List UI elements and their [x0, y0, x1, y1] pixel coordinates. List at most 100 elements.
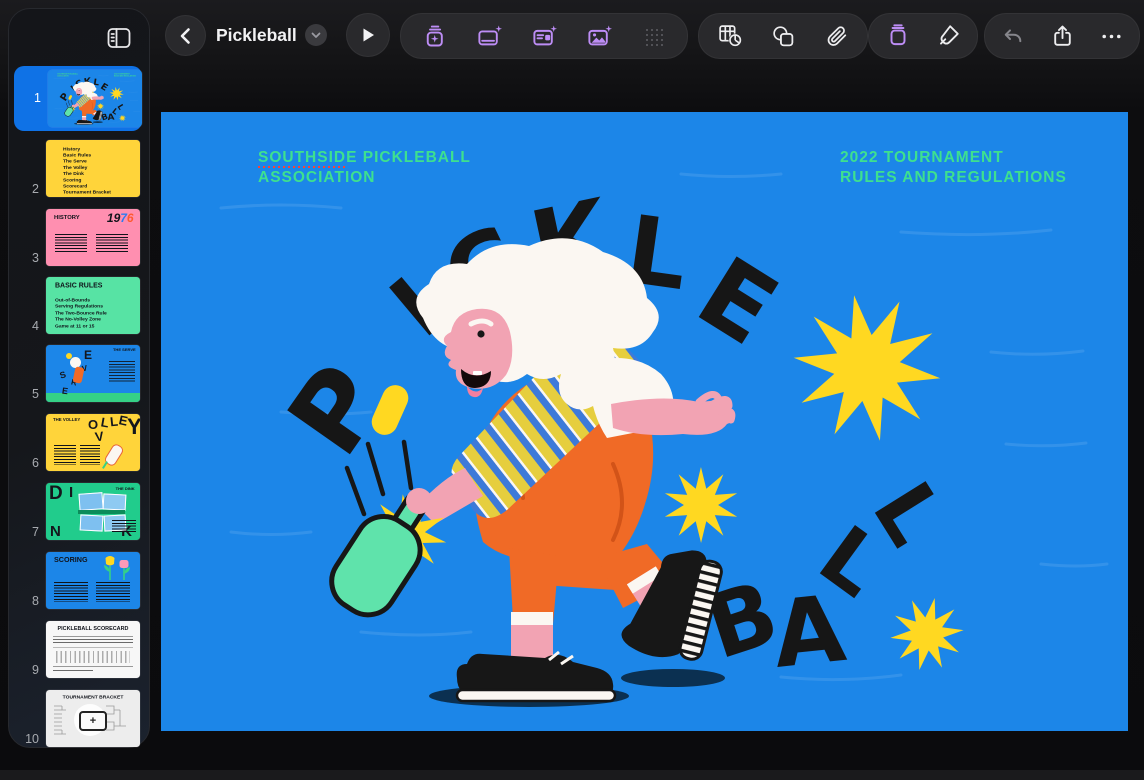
bottom-strip — [0, 770, 1144, 780]
thumbnail-image: PICKLEBALL SCORECARD — [46, 621, 140, 678]
mini-ball — [66, 353, 72, 359]
rule-item: Game at 11 or 15 — [55, 323, 107, 329]
play-icon — [359, 26, 377, 44]
insert-image-button[interactable] — [577, 14, 621, 58]
shapes-button[interactable] — [761, 14, 805, 58]
slide-number: 10 — [9, 733, 46, 748]
scatter-letter: E — [61, 387, 68, 397]
paint-jar-icon — [885, 23, 911, 49]
slide-thumbnail-2[interactable]: 2 History Basic Rules The Serve The Voll… — [9, 140, 142, 197]
thumb-heading: THE DINK — [116, 487, 135, 491]
slide-number: 8 — [9, 595, 46, 610]
object-group — [698, 13, 868, 59]
year-6: 6 — [127, 212, 134, 225]
scatter-letter: Y — [127, 416, 140, 438]
undo-icon — [1000, 24, 1025, 49]
scatter-letter: N — [50, 524, 61, 539]
slide-thumbnail-5[interactable]: 5 THE SERVE S E R V E — [9, 345, 142, 402]
dots-grid-icon — [642, 24, 666, 48]
photo — [103, 493, 127, 510]
body-text-block — [96, 234, 128, 252]
paperclip-icon — [823, 23, 849, 49]
slide-thumbnail-8[interactable]: 8 SCORING — [9, 552, 142, 609]
back-chevron-icon — [176, 26, 196, 46]
chart-table-button[interactable] — [708, 14, 752, 58]
back-button[interactable] — [165, 15, 206, 56]
play-button[interactable] — [346, 13, 390, 57]
rule-item: The No-Volley Zone — [55, 316, 107, 322]
slide-templates-ai-icon — [421, 23, 448, 50]
mini-player-body — [72, 366, 84, 384]
tulip-illustration — [102, 554, 134, 582]
grid-options-button[interactable] — [632, 14, 676, 58]
new-slide-button[interactable] — [467, 14, 511, 58]
photo — [80, 514, 104, 531]
share-icon — [1050, 24, 1075, 49]
rule-item: Serving Regulations — [55, 303, 107, 309]
paint-jar-button[interactable] — [876, 14, 920, 58]
scatter-letter: S — [59, 370, 68, 380]
body-text-block — [80, 445, 100, 465]
attachment-button[interactable] — [814, 14, 858, 58]
slide-number: 4 — [9, 320, 46, 335]
layout-ai-icon — [531, 23, 558, 50]
slide-thumbnail-1[interactable]: 1 — [14, 66, 142, 131]
slide-number: 3 — [9, 252, 46, 267]
thumbnail-image: HISTORY 1976 — [46, 209, 140, 266]
sidebar-toggle-button[interactable] — [101, 21, 137, 55]
slide-number: 7 — [9, 526, 46, 541]
image-ai-icon — [586, 23, 613, 50]
popsicle-stick — [102, 461, 108, 469]
thumbnail-image: THE VOLLEY V O L L E Y — [46, 414, 140, 471]
thumbnail-image: TOURNAMENT BRACKET + — [46, 690, 140, 747]
photo — [78, 492, 103, 511]
format-brush-button[interactable] — [926, 14, 970, 58]
body-text-block — [54, 445, 76, 465]
actions-group — [984, 13, 1140, 59]
chevron-down-icon — [310, 29, 322, 41]
shapes-icon — [770, 23, 797, 50]
undo-button[interactable] — [991, 14, 1035, 58]
slide-number: 2 — [9, 183, 46, 198]
sidebar-toggle-icon — [106, 26, 132, 50]
document-title[interactable]: Pickleball — [216, 24, 327, 46]
thumbnail-image: THE SERVE S E R V E — [46, 345, 140, 402]
net-strip — [78, 510, 125, 514]
new-slide-ai-icon — [476, 23, 503, 50]
slide-thumbnail-9[interactable]: 9 PICKLEBALL SCORECARD — [9, 621, 142, 678]
slide-thumbnail-6[interactable]: 6 THE VOLLEY V O L L E Y — [9, 414, 142, 471]
table-line — [53, 666, 133, 667]
slide-templates-button[interactable] — [412, 14, 456, 58]
thumbnail-image: History Basic Rules The Serve The Volley… — [46, 140, 140, 197]
slide-thumbnail-3[interactable]: 3 HISTORY 1976 — [9, 209, 142, 266]
share-button[interactable] — [1040, 14, 1084, 58]
slide-number: 1 — [14, 92, 48, 105]
thumbnail-image: SCORING — [46, 552, 140, 609]
slide-layout-button[interactable] — [522, 14, 566, 58]
body-text-block — [109, 361, 135, 383]
slide-thumbnail-10[interactable]: 10 TOURNAMENT BRACKET + — [9, 690, 142, 747]
table-footnote — [53, 670, 93, 673]
court-ground — [46, 393, 140, 402]
scatter-letter: O — [88, 418, 98, 431]
more-button[interactable] — [1090, 14, 1134, 58]
thumb-heading: HISTORY — [54, 214, 80, 221]
agenda-item: Tournament Bracket — [63, 189, 111, 195]
insert-group — [400, 13, 688, 59]
chart-table-icon — [717, 23, 744, 50]
add-placeholder-button[interactable]: + — [79, 711, 107, 731]
slide-navigator: 1 2 History Basic Rules The Serve The Vo… — [8, 8, 150, 748]
slide-number: 5 — [9, 388, 46, 403]
body-text-block — [55, 234, 87, 252]
table-line — [53, 636, 133, 637]
slide-thumbnail-4[interactable]: 4 BASIC RULES Out-of-Bounds Serving Regu… — [9, 277, 142, 334]
more-ellipsis-icon — [1099, 24, 1124, 49]
thumb-heading: THE SERVE — [113, 348, 136, 352]
slide-thumbnail-7[interactable]: 7 D I N K THE DINK — [9, 483, 142, 540]
scatter-letter: I — [69, 485, 73, 500]
slide-canvas[interactable] — [161, 112, 1128, 731]
body-text-block — [112, 520, 136, 532]
dotted-rows — [56, 651, 130, 663]
thumb-heading: BASIC RULES — [55, 282, 102, 290]
title-menu-button[interactable] — [305, 24, 327, 46]
